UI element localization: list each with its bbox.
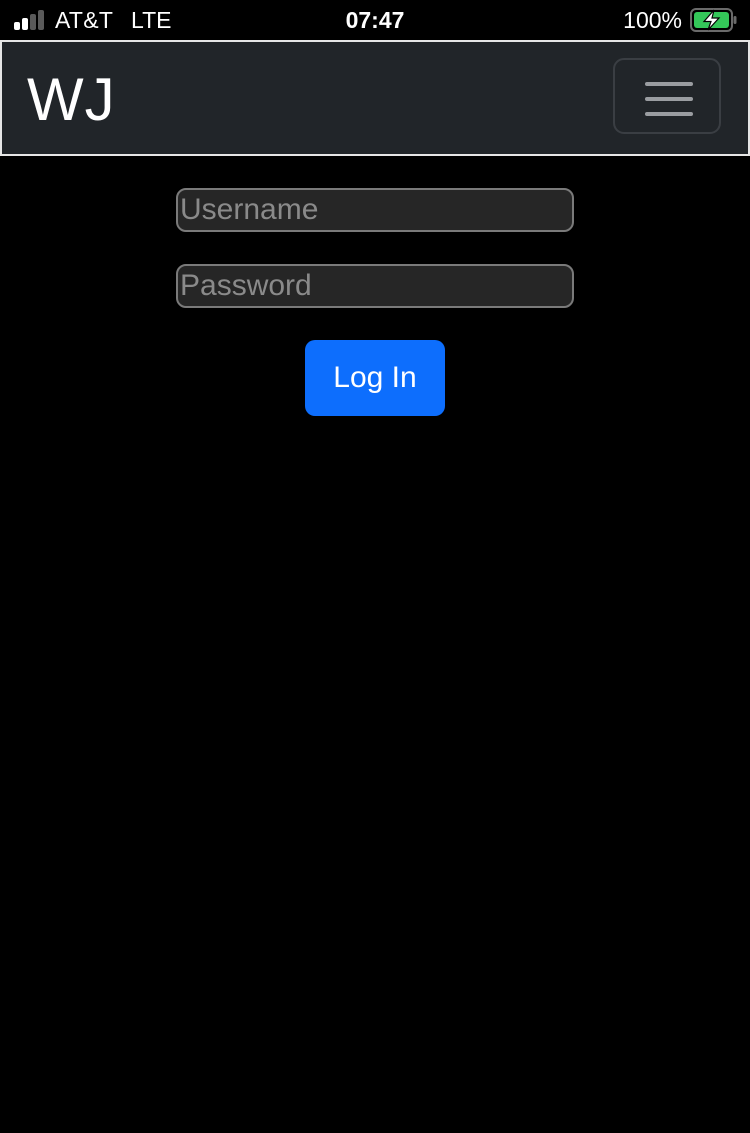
top-navbar: WJ — [0, 40, 750, 156]
menu-toggle-button[interactable] — [613, 58, 721, 134]
battery-charging-icon — [690, 8, 737, 32]
brand-logo[interactable]: WJ — [27, 68, 116, 132]
password-input[interactable] — [176, 264, 574, 308]
login-button[interactable]: Log In — [305, 340, 445, 416]
battery-percent: 100% — [623, 7, 682, 33]
status-bar: AT&T LTE 07:47 100% — [0, 0, 750, 40]
hamburger-icon — [645, 82, 693, 86]
username-input[interactable] — [176, 188, 574, 232]
